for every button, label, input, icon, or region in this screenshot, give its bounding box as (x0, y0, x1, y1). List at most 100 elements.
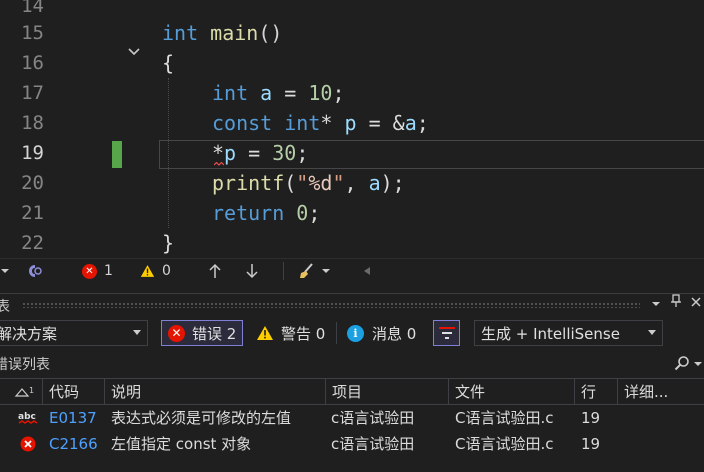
arrow-up-icon (209, 263, 221, 278)
code-line-22[interactable]: 22 } (0, 228, 704, 258)
zoom-dropdown[interactable] (0, 259, 10, 283)
dropdown-arrow-icon (322, 269, 330, 273)
code-text: } (162, 231, 175, 255)
error-count: 1 (104, 263, 113, 279)
panel-title: 表 (0, 299, 10, 315)
brush-icon (300, 263, 313, 278)
code-text: { (162, 51, 175, 75)
line-number: 20 (21, 172, 44, 194)
error-code-link[interactable]: C2166 (49, 431, 98, 457)
code-line-19[interactable]: 19 *p = 30; (0, 138, 704, 168)
code-text: return 0; (212, 201, 321, 225)
sort-indicator-icon: 1 (14, 386, 34, 397)
code-text: int main() (162, 21, 283, 45)
error-list-panel: 表 解决方案 ✕ 错误 2 警告 0 i 消息 0 生成 + IntelliSe… (0, 293, 704, 472)
warning-icon (140, 265, 155, 277)
error-description: 左值指定 const 对象 (111, 435, 252, 453)
error-icon: ✕ (82, 263, 97, 279)
error-file: C语言试验田.c (455, 409, 554, 427)
svg-text:1: 1 (29, 386, 34, 395)
error-indicator[interactable]: ✕ 1 (82, 259, 113, 283)
code-editor[interactable]: 14 15 int main() 16 { 17 int a = 10; 18 … (0, 0, 704, 258)
line-number: 15 (21, 22, 44, 44)
pin-button[interactable] (668, 294, 684, 316)
column-header-file[interactable]: 文件 (448, 379, 574, 405)
line-number: 21 (21, 202, 44, 224)
source-combo[interactable]: 生成 + IntelliSense (474, 320, 663, 346)
error-file: C语言试验田.c (455, 435, 554, 453)
error-project: c语言试验田 (331, 435, 415, 453)
close-button[interactable] (688, 294, 704, 316)
source-combo-value: 生成 + IntelliSense (481, 324, 620, 343)
error-project: c语言试验田 (331, 409, 415, 427)
error-squiggle (214, 162, 224, 166)
code-cleanup-dropdown[interactable] (298, 259, 331, 283)
chevron-down-icon (652, 302, 660, 306)
warnings-filter-button[interactable]: 警告 0 (256, 320, 325, 346)
column-header-project[interactable]: 项目 (325, 379, 448, 405)
search-row: 错误列表 (0, 352, 704, 374)
scroll-left-button[interactable] (362, 259, 372, 283)
status-divider (283, 262, 284, 280)
line-number: 17 (21, 82, 44, 104)
messages-filter-label: 消息 0 (372, 324, 417, 343)
splitter[interactable] (0, 283, 704, 293)
warning-count: 0 (162, 263, 171, 279)
messages-filter-button[interactable]: i 消息 0 (347, 320, 416, 346)
drag-grip[interactable] (22, 302, 640, 308)
error-line: 19 (581, 435, 601, 453)
table-row[interactable]: C2166 左值指定 const 对象 c语言试验田 C语言试验田.c 19 (0, 431, 704, 457)
table-row[interactable]: abc E0137 表达式必须是可修改的左值 c语言试验田 C语言试验田.c 1… (0, 405, 704, 431)
line-number: 19 (21, 142, 44, 164)
errors-filter-button[interactable]: ✕ 错误 2 (161, 320, 244, 346)
warning-indicator[interactable]: 0 (140, 259, 171, 283)
error-code-link[interactable]: E0137 (49, 405, 97, 431)
dropdown-arrow-icon (648, 330, 656, 335)
error-list-toolbar: 解决方案 ✕ 错误 2 警告 0 i 消息 0 生成 + IntelliSens… (0, 320, 704, 348)
table-header: 1 代码 说明 项目 文件 行 详细... (0, 378, 704, 405)
code-text: const int* p = &a; (212, 111, 429, 135)
scope-combo[interactable]: 解决方案 (0, 320, 148, 346)
search-label: 错误列表 (0, 357, 50, 373)
previous-issue-button[interactable] (208, 259, 222, 283)
code-line-21[interactable]: 21 return 0; (0, 198, 704, 228)
search-icon[interactable] (674, 355, 690, 371)
arrow-down-icon (246, 264, 258, 279)
code-line-20[interactable]: 20 printf("%d", a); (0, 168, 704, 198)
toolbar-divider (336, 322, 337, 344)
line-number: 22 (21, 232, 44, 254)
sort-column-header[interactable]: 1 (0, 379, 42, 405)
column-header-code[interactable]: 代码 (42, 379, 104, 405)
code-text: *p = 30; (212, 141, 309, 165)
abc-spelling-error-icon: abc (18, 412, 38, 424)
search-options-arrow-icon[interactable] (694, 361, 702, 367)
code-line-15[interactable]: 15 int main() (0, 18, 704, 56)
error-line: 19 (581, 409, 601, 427)
column-header-details[interactable]: 详细... (617, 379, 684, 405)
next-issue-button[interactable] (245, 259, 259, 283)
close-icon (691, 297, 701, 307)
info-icon: i (347, 324, 364, 342)
column-header-line[interactable]: 行 (574, 379, 617, 405)
error-table: 1 代码 说明 项目 文件 行 详细... abc E0137 表达式必须是可修… (0, 378, 704, 472)
line-number: 16 (21, 52, 44, 74)
scope-combo-value: 解决方案 (0, 324, 58, 343)
dropdown-arrow-icon (1, 269, 9, 273)
line-number: 18 (21, 112, 44, 134)
errors-filter-label: 错误 2 (192, 324, 237, 343)
code-text: int a = 10; (212, 81, 345, 105)
health-icon[interactable] (26, 259, 44, 283)
warnings-filter-label: 警告 0 (281, 324, 326, 343)
warning-icon (257, 326, 273, 340)
error-description: 表达式必须是可修改的左值 (111, 409, 292, 427)
filter-toggle-button[interactable] (433, 320, 460, 346)
error-icon: ✕ (168, 324, 185, 342)
error-x-icon (20, 436, 36, 452)
window-position-dropdown[interactable] (648, 294, 664, 316)
code-line-17[interactable]: 17 int a = 10; (0, 78, 704, 108)
editor-status-bar: ✕ 1 0 (0, 258, 704, 283)
code-line-16[interactable]: 16 { (0, 48, 704, 78)
panel-title-bar[interactable]: 表 (0, 294, 704, 316)
code-line-18[interactable]: 18 const int* p = &a; (0, 108, 704, 138)
column-header-description[interactable]: 说明 (104, 379, 325, 405)
